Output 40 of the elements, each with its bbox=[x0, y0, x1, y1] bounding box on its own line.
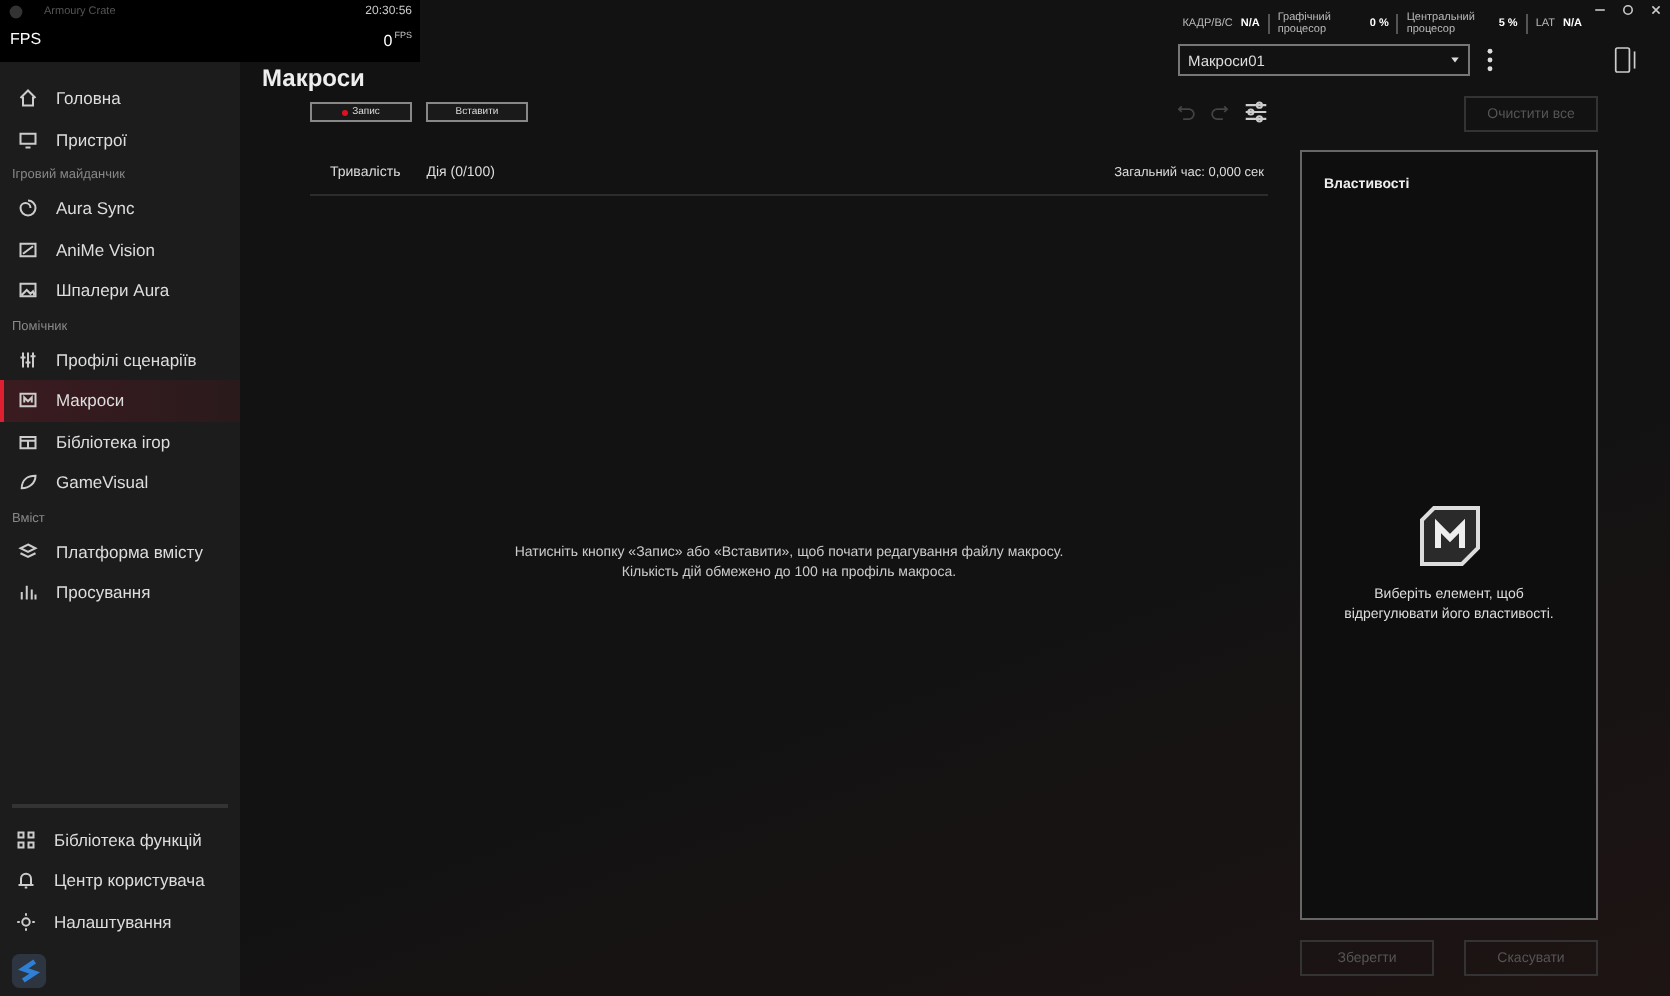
nav-item[interactable]: Макроси bbox=[0, 380, 240, 421]
restore-icon[interactable] bbox=[1622, 4, 1634, 16]
image-icon bbox=[18, 280, 38, 301]
nav-item[interactable]: Центр користувача bbox=[12, 860, 228, 901]
page-title: Макроси bbox=[262, 64, 365, 92]
screen-icon bbox=[18, 239, 38, 260]
nav-item[interactable]: Бібліотека ігор bbox=[0, 421, 240, 462]
app-logo-icon bbox=[8, 3, 24, 19]
apps-icon bbox=[16, 829, 36, 850]
nav-item[interactable]: Шпалери Aura bbox=[0, 270, 240, 311]
minimize-icon[interactable] bbox=[1594, 4, 1606, 16]
monitor-icon bbox=[18, 129, 38, 150]
bar-chart-icon bbox=[18, 582, 38, 603]
macro-icon bbox=[1417, 504, 1481, 568]
nav-item[interactable]: Aura Sync bbox=[0, 188, 240, 229]
nav-item[interactable]: Бібліотека функцій bbox=[12, 819, 228, 860]
nav-item[interactable]: Профілі сценаріїв bbox=[0, 339, 240, 380]
record-dot-icon bbox=[342, 109, 349, 115]
close-icon[interactable] bbox=[1650, 4, 1662, 16]
sliders-icon[interactable] bbox=[1244, 100, 1268, 124]
nav-item[interactable]: GameVisual bbox=[0, 462, 240, 503]
sliders-icon bbox=[18, 349, 38, 370]
nav-item[interactable]: Пристрої bbox=[0, 119, 240, 160]
phone-icon[interactable] bbox=[1614, 46, 1638, 74]
nav-item[interactable]: Платформа вмісту bbox=[0, 531, 240, 572]
nav-item[interactable]: Налаштування bbox=[12, 901, 228, 942]
grid-icon bbox=[18, 431, 38, 452]
swirl-icon bbox=[18, 198, 38, 219]
layers-icon bbox=[18, 541, 38, 562]
fps-value: 0 bbox=[383, 32, 393, 50]
bell-icon bbox=[16, 870, 36, 891]
caret-icon bbox=[1450, 56, 1460, 64]
nav-item[interactable]: Просування bbox=[0, 572, 240, 613]
macro-icon bbox=[18, 390, 38, 411]
more-icon[interactable] bbox=[1486, 46, 1494, 74]
nav-item[interactable]: AniMe Vision bbox=[0, 229, 240, 270]
nav-item[interactable]: Головна bbox=[0, 78, 240, 119]
home-icon bbox=[18, 88, 38, 109]
fps-label: FPS bbox=[10, 30, 42, 48]
leaf-icon bbox=[18, 472, 38, 493]
